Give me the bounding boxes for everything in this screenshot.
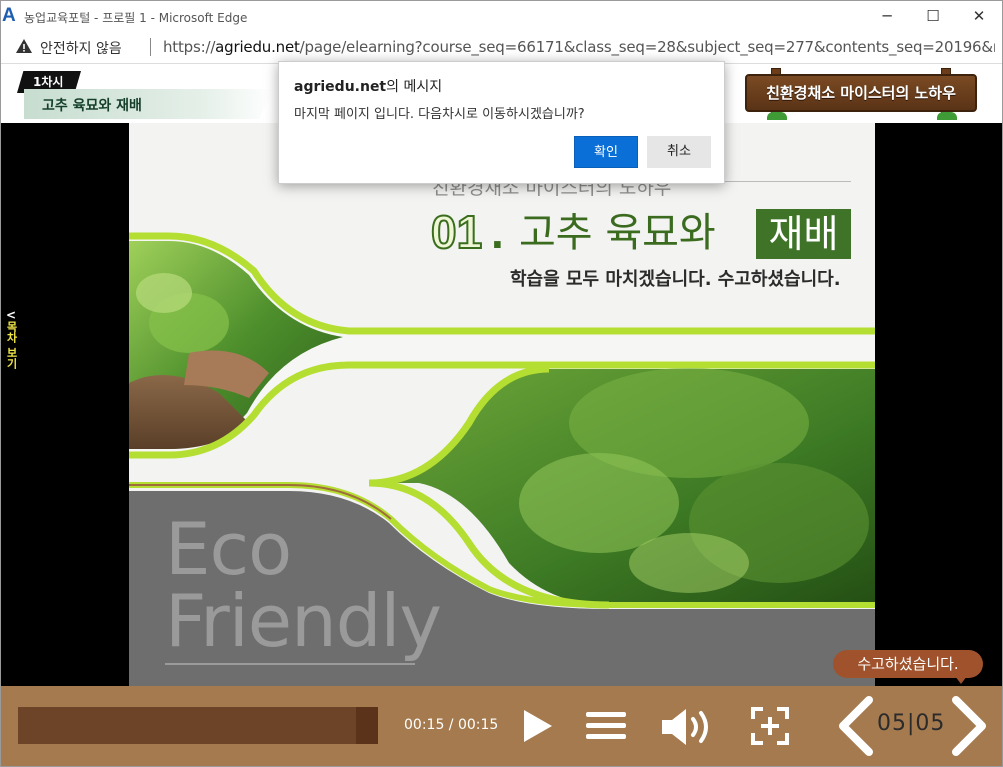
edge-app-icon: A xyxy=(2,5,16,26)
slide-title-highlight: 재배 xyxy=(756,209,851,259)
url-path: /page/elearning?course_seq=66171&class_s… xyxy=(299,38,995,56)
lesson-slide: 친환경채소 마이스터의 노하우 01 . 고추 육묘와 재배 학습을 모두 마치… xyxy=(129,123,875,686)
toc-toggle[interactable]: < 목차 보기 xyxy=(4,309,18,389)
completion-tooltip: 수고하셨습니다. xyxy=(833,650,983,678)
time-display: 00:15 / 00:15 xyxy=(404,717,499,733)
volume-icon xyxy=(662,709,686,745)
progress-fill xyxy=(18,707,357,744)
security-label[interactable]: 안전하지 않음 xyxy=(40,38,122,58)
progress-bar[interactable] xyxy=(18,707,378,744)
title-bar: A 농업교육포털 - 프로필 1 - Microsoft Edge ─ ☐ ✕ xyxy=(1,1,1002,31)
menu-icon xyxy=(586,712,626,739)
dialog-host: agriedu.net xyxy=(294,79,387,95)
dialog-title: agriedu.net의 메시지 xyxy=(294,76,442,96)
slide-title: 고추 육묘와 xyxy=(519,210,716,256)
player-controls: 00:15 / 00:15 05|05 xyxy=(1,686,1002,766)
browser-window: A 농업교육포털 - 프로필 1 - Microsoft Edge ─ ☐ ✕ … xyxy=(0,0,1003,767)
chevron-right-icon xyxy=(952,696,986,756)
lesson-title: 고추 육묘와 재배 xyxy=(42,98,142,114)
brand-sign: 친환경채소 마이스터의 노하우 xyxy=(745,68,977,120)
ok-button[interactable]: 확인 xyxy=(574,136,638,168)
maximize-button[interactable]: ☐ xyxy=(910,1,956,31)
window-title: 농업교육포털 - 프로필 1 - Microsoft Edge xyxy=(24,11,248,25)
slide-number: 01 xyxy=(430,205,483,259)
cancel-button[interactable]: 취소 xyxy=(647,136,711,168)
prev-page-button[interactable] xyxy=(835,696,875,756)
page-indicator: 05|05 xyxy=(877,711,946,736)
dialog-title-suffix: 의 메시지 xyxy=(386,79,443,95)
content-stage: < 목차 보기 친환경채소 마이스터의 노하우 01 . 고추 육묘와 재배 학… xyxy=(1,123,1002,686)
tooltip-tail xyxy=(955,676,967,684)
volume-button[interactable] xyxy=(660,707,716,747)
confirm-dialog: agriedu.net의 메시지 마지막 페이지 입니다. 다음차시로 이동하시… xyxy=(278,61,725,184)
slide-message: 학습을 모두 마치겠습니다. 수고하셨습니다. xyxy=(510,269,841,290)
warning-icon[interactable] xyxy=(15,38,33,54)
brand-text: 친환경채소 마이스터의 노하우 xyxy=(766,84,956,102)
toc-chevron-icon: < xyxy=(5,308,17,322)
grass-left xyxy=(767,112,787,120)
progress-remaining xyxy=(356,707,378,744)
next-page-button[interactable] xyxy=(950,696,990,756)
close-window-button[interactable]: ✕ xyxy=(956,1,1002,31)
menu-button[interactable] xyxy=(586,710,626,742)
fit-screen-button[interactable] xyxy=(751,707,789,745)
url-prefix: https:// xyxy=(163,38,216,56)
play-icon xyxy=(524,710,552,742)
play-button[interactable] xyxy=(522,708,554,744)
dialog-message: 마지막 페이지 입니다. 다음차시로 이동하시겠습니까? xyxy=(294,107,585,122)
slide-number-dot: . xyxy=(491,206,504,258)
fit-screen-icon xyxy=(751,707,789,745)
minimize-button[interactable]: ─ xyxy=(864,1,910,31)
chevron-left-icon xyxy=(839,696,873,756)
grass-right xyxy=(937,112,957,120)
toc-label: 목차 보기 xyxy=(5,321,18,369)
address-bar[interactable]: 안전하지 않음 https://agriedu.net/page/elearni… xyxy=(1,31,1002,63)
eco-text: Eco xyxy=(165,507,292,591)
url-host: agriedu.net xyxy=(215,38,300,56)
eco-underline xyxy=(165,663,415,665)
url-field[interactable]: https://agriedu.net/page/elearning?cours… xyxy=(163,38,995,56)
address-separator xyxy=(150,38,151,56)
friendly-text: Friendly xyxy=(165,579,442,663)
